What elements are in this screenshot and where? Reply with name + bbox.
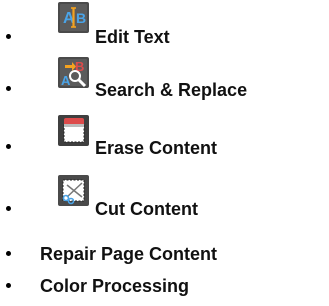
edit-text-icon: A B bbox=[58, 2, 89, 33]
item-label: Erase Content bbox=[95, 138, 218, 158]
list-item-cut-content: Cut Content bbox=[0, 175, 329, 219]
bullet-icon bbox=[6, 283, 11, 288]
search-replace-icon: B A bbox=[58, 57, 89, 88]
item-label: Color Processing bbox=[40, 276, 190, 296]
item-label: Edit Text bbox=[95, 27, 170, 47]
item-label: Repair Page Content bbox=[40, 244, 218, 264]
bullet-icon bbox=[6, 86, 11, 91]
cut-content-icon bbox=[58, 175, 89, 206]
bullet-icon bbox=[6, 206, 11, 211]
item-label: Search & Replace bbox=[95, 80, 248, 100]
list-item-color-processing: Color Processing bbox=[0, 273, 329, 301]
bullet-icon bbox=[6, 144, 11, 149]
list-item-search-replace: B A Search & Replace bbox=[0, 55, 329, 100]
bullet-icon bbox=[6, 34, 11, 39]
svg-text:B: B bbox=[76, 10, 86, 26]
item-label: Cut Content bbox=[95, 199, 198, 219]
bullet-icon bbox=[6, 251, 11, 256]
list-item-erase-content: Erase Content bbox=[0, 115, 329, 158]
tool-feature-list: A B Edit Text B A Search & Replace Erase… bbox=[0, 0, 329, 306]
erase-content-icon bbox=[58, 115, 89, 146]
list-item-edit-text: A B Edit Text bbox=[0, 0, 329, 47]
list-item-repair-page-content: Repair Page Content bbox=[0, 243, 329, 267]
